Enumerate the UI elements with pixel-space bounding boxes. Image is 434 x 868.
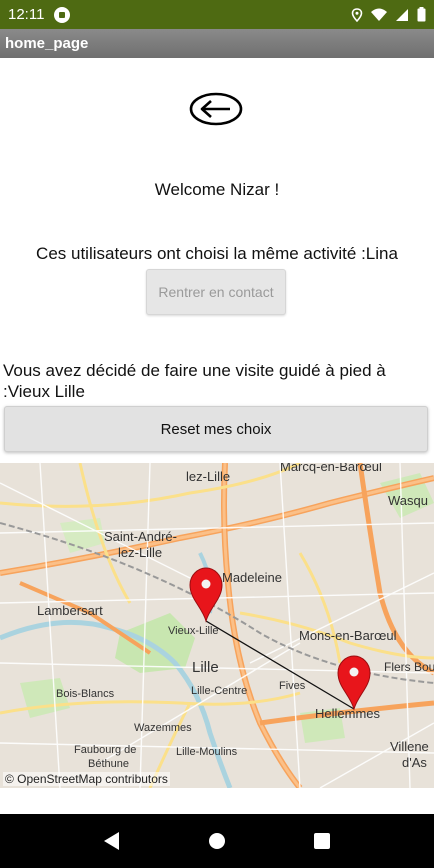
nav-recents-button[interactable] (302, 821, 342, 861)
map-label-lambersart: Lambersart (37, 603, 103, 618)
map-attribution[interactable]: © OpenStreetMap contributors (3, 772, 170, 786)
map-label-hellemmes: Hellemmes (315, 706, 381, 721)
map-label-faubourg: Faubourg de (74, 744, 136, 756)
app-notification-icon (54, 6, 71, 23)
status-icons (351, 7, 426, 22)
map-label-bethune: Béthune (88, 758, 129, 770)
system-nav-bar (0, 814, 434, 868)
map-label-madeleine: Madeleine (222, 570, 282, 585)
map-label-dasc: d'As (402, 755, 427, 770)
nav-back-button[interactable] (92, 821, 132, 861)
status-time: 12:11 (8, 6, 45, 23)
page-title: home_page (5, 35, 89, 52)
reset-choices-button[interactable]: Reset mes choix (4, 406, 428, 452)
back-button[interactable] (188, 90, 244, 128)
map-label-lille-moulins: Lille-Moulins (176, 746, 238, 758)
map-label-lez-lille-top: lez-Lille (186, 469, 230, 484)
map-view[interactable]: Marcq-en-Barœul lez-Lille Wasqu Saint-An… (0, 463, 434, 788)
location-icon (351, 7, 363, 22)
map-label-wasq: Wasqu (388, 493, 428, 508)
app-title-bar: home_page (0, 29, 434, 58)
map-label-flers: Flers Bou (384, 660, 434, 674)
same-activity-text: Ces utilisateurs ont choisi la même acti… (36, 244, 398, 263)
recents-square-icon (313, 833, 330, 849)
wifi-icon (371, 8, 387, 21)
map-label-lille: Lille (192, 659, 219, 676)
map-label-lille-centre: Lille-Centre (191, 685, 247, 697)
nav-home-button[interactable] (197, 821, 237, 861)
back-arrow-icon (189, 92, 243, 126)
map-label-fives: Fives (279, 680, 306, 692)
map-label-villene: Villene (390, 739, 429, 754)
map-label-vieux-lille: Vieux-Lille (168, 625, 219, 637)
map-label-wazemmes: Wazemmes (134, 722, 192, 734)
home-circle-icon (208, 833, 225, 849)
contact-button[interactable]: Rentrer en contact (146, 269, 286, 315)
back-triangle-icon (104, 832, 120, 850)
map-label-saint-andre: Saint-André- (104, 529, 177, 544)
map-label-marcq: Marcq-en-Barœul (280, 463, 382, 474)
welcome-text: Welcome Nizar ! (154, 180, 280, 199)
visit-text: Vous avez décidé de faire une visite gui… (3, 361, 386, 401)
status-bar: 12:11 (0, 0, 434, 29)
map-label-bois-blancs: Bois-Blancs (56, 688, 115, 700)
map-canvas[interactable]: Marcq-en-Barœul lez-Lille Wasqu Saint-An… (0, 463, 434, 788)
map-label-saint-andre-2: lez-Lille (118, 545, 162, 560)
map-label-mons: Mons-en-Barœul (299, 628, 397, 643)
battery-icon (417, 7, 426, 22)
signal-icon (396, 8, 408, 21)
